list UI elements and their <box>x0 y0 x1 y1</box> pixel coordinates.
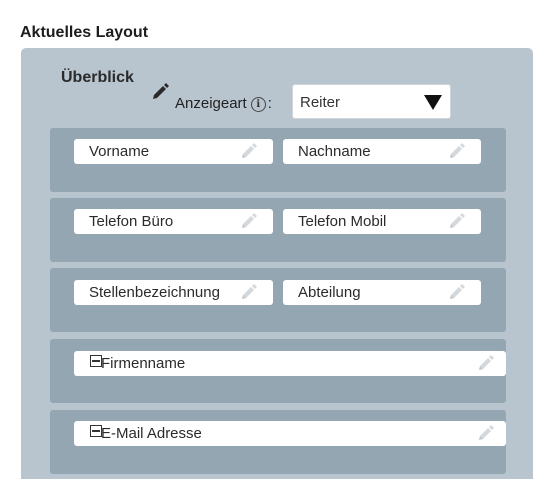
display-type-text: Anzeigeart <box>175 95 247 112</box>
pencil-icon[interactable] <box>239 142 258 161</box>
field-label: Telefon Mobil <box>298 213 387 230</box>
field-email-adresse[interactable]: E-Mail Adresse <box>74 421 506 446</box>
layout-row[interactable]: Firmenname <box>50 339 506 403</box>
field-firmenname[interactable]: Firmenname <box>74 351 506 376</box>
field-vorname[interactable]: Vorname <box>74 139 273 164</box>
field-abteilung[interactable]: Abteilung <box>283 280 481 305</box>
display-type-select-value: Reiter <box>300 94 341 111</box>
overview-edit-pencil-icon[interactable] <box>150 82 170 102</box>
layout-row[interactable]: E-Mail Adresse <box>50 410 506 474</box>
field-label: Vorname <box>89 143 150 160</box>
triangle-down-icon <box>424 95 442 110</box>
info-icon[interactable]: i <box>250 97 266 112</box>
field-label: Abteilung <box>298 284 361 301</box>
layout-row[interactable]: Telefon Büro Telefon Mobil <box>50 198 506 262</box>
display-type-select[interactable]: Reiter <box>292 84 451 119</box>
field-stellenbezeichnung[interactable]: Stellenbezeichnung <box>74 280 273 305</box>
overview-label: Überblick <box>61 69 134 86</box>
pencil-icon[interactable] <box>239 212 258 231</box>
pencil-icon[interactable] <box>447 142 466 161</box>
display-type-colon: : <box>267 95 272 112</box>
pencil-icon[interactable] <box>447 212 466 231</box>
pencil-icon[interactable] <box>476 354 495 373</box>
field-label: E-Mail Adresse <box>101 425 202 442</box>
page-heading: Aktuelles Layout <box>20 24 149 41</box>
field-telefon-buero[interactable]: Telefon Büro <box>74 209 273 234</box>
layout-row[interactable]: Vorname Nachname <box>50 128 506 192</box>
field-telefon-mobil[interactable]: Telefon Mobil <box>283 209 481 234</box>
field-label: Nachname <box>298 143 371 160</box>
field-label: Firmenname <box>101 355 186 372</box>
field-label: Telefon Büro <box>89 213 174 230</box>
pencil-icon[interactable] <box>476 424 495 443</box>
layout-row[interactable]: Stellenbezeichnung Abteilung <box>50 268 506 332</box>
field-nachname[interactable]: Nachname <box>283 139 481 164</box>
pencil-icon[interactable] <box>447 283 466 302</box>
pencil-icon[interactable] <box>239 283 258 302</box>
display-type-label: Anzeigeart i: <box>175 95 272 112</box>
field-label: Stellenbezeichnung <box>89 284 220 301</box>
